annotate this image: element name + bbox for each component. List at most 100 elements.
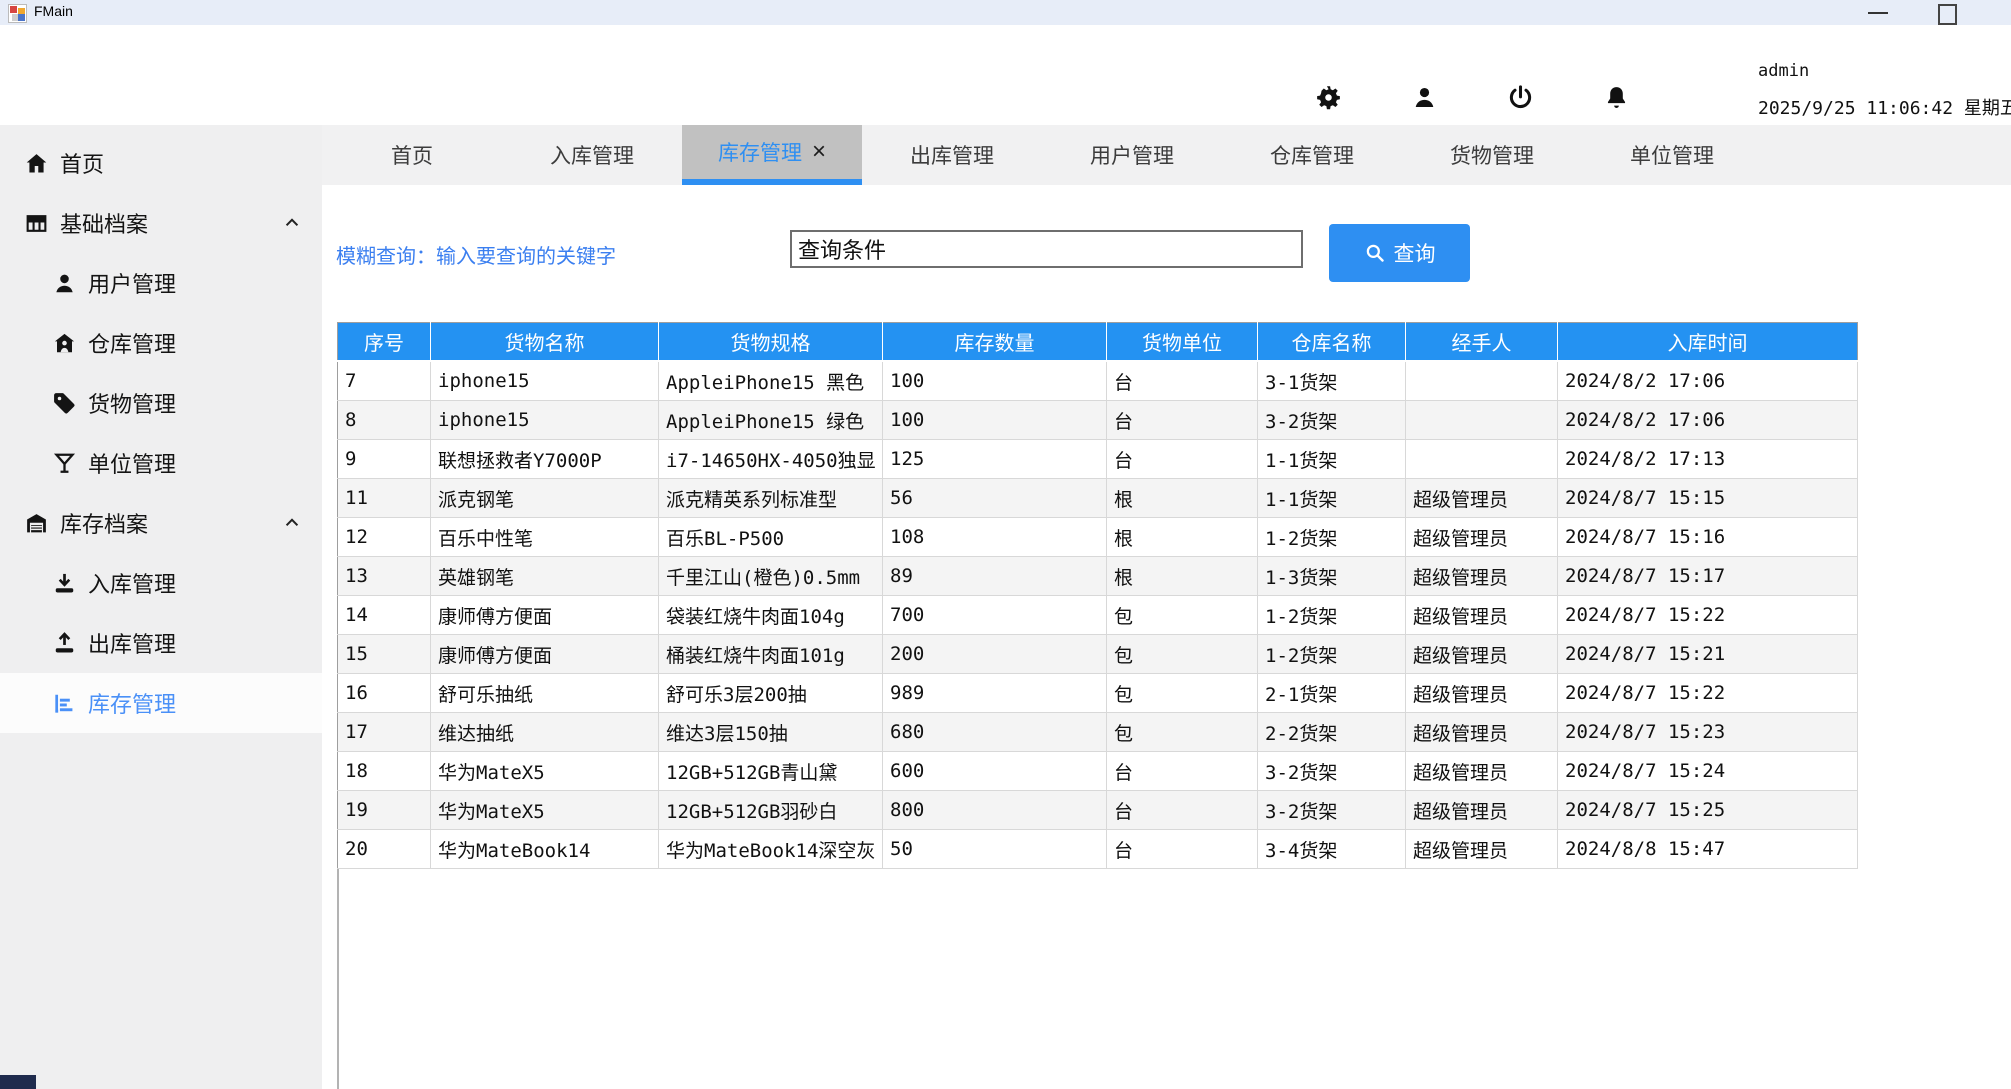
- table-row[interactable]: 8iphone15AppleiPhone15 绿色100台3-2货架2024/8…: [338, 401, 1858, 440]
- table-row[interactable]: 19华为MateX512GB+512GB羽砂白800台3-2货架超级管理员202…: [338, 791, 1858, 830]
- table-row[interactable]: 20华为MateBook14华为MateBook14深空灰50台3-4货架超级管…: [338, 830, 1858, 869]
- close-icon[interactable]: ×: [812, 140, 826, 164]
- table-row[interactable]: 16舒可乐抽纸舒可乐3层200抽989包2-1货架超级管理员2024/8/7 1…: [338, 674, 1858, 713]
- table-row[interactable]: 15康师傅方便面桶装红烧牛肉面101g200包1-2货架超级管理员2024/8/…: [338, 635, 1858, 674]
- column-header-0[interactable]: 序号: [338, 323, 431, 362]
- table-row[interactable]: 12百乐中性笔百乐BL-P500108根1-2货架超级管理员2024/8/7 1…: [338, 518, 1858, 557]
- upload-icon: [52, 631, 77, 656]
- table-cell: 华为MateX5: [431, 752, 659, 791]
- table-cell: [1406, 401, 1558, 440]
- column-header-4[interactable]: 货物单位: [1107, 323, 1258, 362]
- tag-icon: [52, 391, 77, 416]
- table-cell: 1-2货架: [1258, 635, 1406, 674]
- table-cell: i7-14650HX-4050独显: [659, 440, 883, 479]
- application-window: FMain admin 2025/9/25 11:06:42 星期五 首页基础档…: [0, 0, 2011, 1089]
- table-row[interactable]: 13英雄钢笔千里江山(橙色)0.5mm89根1-3货架超级管理员2024/8/7…: [338, 557, 1858, 596]
- table-row[interactable]: 18华为MateX512GB+512GB青山黛600台3-2货架超级管理员202…: [338, 752, 1858, 791]
- tab-5[interactable]: 仓库管理: [1222, 125, 1402, 185]
- table-cell: 根: [1107, 479, 1258, 518]
- table-cell: 100: [883, 401, 1107, 440]
- tab-6[interactable]: 货物管理: [1402, 125, 1582, 185]
- table-cell: 12GB+512GB羽砂白: [659, 791, 883, 830]
- query-input[interactable]: [790, 230, 1303, 268]
- sidebar-item-chart[interactable]: 库存管理: [0, 673, 322, 733]
- table-header-row: 序号货物名称货物规格库存数量货物单位仓库名称经手人入库时间: [338, 323, 1858, 362]
- filter-icon: [52, 451, 77, 476]
- table-cell: 1-2货架: [1258, 596, 1406, 635]
- maximize-button[interactable]: [1938, 4, 1957, 25]
- table-cell: 89: [883, 557, 1107, 596]
- table-cell: 3-2货架: [1258, 791, 1406, 830]
- table-cell: 百乐BL-P500: [659, 518, 883, 557]
- table-cell: 超级管理员: [1406, 713, 1558, 752]
- table-row[interactable]: 9联想拯救者Y7000Pi7-14650HX-4050独显125台1-1货架20…: [338, 440, 1858, 479]
- column-header-1[interactable]: 货物名称: [431, 323, 659, 362]
- sidebar-item-user[interactable]: 用户管理: [0, 253, 322, 313]
- topbar-icons: [1300, 69, 1644, 125]
- chevron-up-icon[interactable]: [282, 513, 302, 533]
- query-button-label: 查询: [1394, 238, 1436, 268]
- table-cell: 华为MateBook14深空灰: [659, 830, 883, 869]
- table-cell: 台: [1107, 830, 1258, 869]
- column-header-6[interactable]: 经手人: [1406, 323, 1558, 362]
- table-cell: 超级管理员: [1406, 479, 1558, 518]
- gear-icon[interactable]: [1300, 69, 1356, 125]
- table-cell: 600: [883, 752, 1107, 791]
- sidebar-item-tag[interactable]: 货物管理: [0, 373, 322, 433]
- table-row[interactable]: 11派克钢笔派克精英系列标准型56根1-1货架超级管理员2024/8/7 15:…: [338, 479, 1858, 518]
- sidebar-item-filter[interactable]: 单位管理: [0, 433, 322, 493]
- tab-2[interactable]: 库存管理×: [682, 125, 862, 185]
- table-cell: 12: [338, 518, 431, 557]
- table-cell: 18: [338, 752, 431, 791]
- tab-label: 出库管理: [910, 140, 994, 170]
- table-cell: 千里江山(橙色)0.5mm: [659, 557, 883, 596]
- table-cell: 7: [338, 361, 431, 401]
- sidebar-item-label: 库存管理: [88, 687, 176, 719]
- sidebar-item-warehouse[interactable]: 仓库管理: [0, 313, 322, 373]
- table-cell: 台: [1107, 791, 1258, 830]
- table-cell: 舒可乐抽纸: [431, 674, 659, 713]
- table-cell: 19: [338, 791, 431, 830]
- tab-1[interactable]: 入库管理: [502, 125, 682, 185]
- table-cell: 12GB+512GB青山黛: [659, 752, 883, 791]
- bell-icon[interactable]: [1588, 69, 1644, 125]
- column-header-7[interactable]: 入库时间: [1558, 323, 1858, 362]
- table-row[interactable]: 7iphone15AppleiPhone15 黑色100台3-1货架2024/8…: [338, 361, 1858, 401]
- table-cell: 16: [338, 674, 431, 713]
- sidebar-item-label: 基础档案: [60, 207, 148, 239]
- minimize-button[interactable]: [1868, 12, 1888, 14]
- table-cell: 200: [883, 635, 1107, 674]
- table-row[interactable]: 14康师傅方便面袋装红烧牛肉面104g700包1-2货架超级管理员2024/8/…: [338, 596, 1858, 635]
- table-cell: 派克精英系列标准型: [659, 479, 883, 518]
- tab-0[interactable]: 首页: [322, 125, 502, 185]
- chevron-up-icon[interactable]: [282, 213, 302, 233]
- power-icon[interactable]: [1492, 69, 1548, 125]
- table-cell: 2024/8/7 15:22: [1558, 596, 1858, 635]
- column-header-2[interactable]: 货物规格: [659, 323, 883, 362]
- sidebar-item-garage[interactable]: 库存档案: [0, 493, 322, 553]
- tab-7[interactable]: 单位管理: [1582, 125, 1762, 185]
- table-cell: 2024/8/7 15:15: [1558, 479, 1858, 518]
- table-cell: 2024/8/7 15:22: [1558, 674, 1858, 713]
- sidebar-item-download[interactable]: 入库管理: [0, 553, 322, 613]
- table-cell: 2024/8/7 15:21: [1558, 635, 1858, 674]
- tab-label: 入库管理: [550, 140, 634, 170]
- sidebar-item-upload[interactable]: 出库管理: [0, 613, 322, 673]
- table-cell: 超级管理员: [1406, 557, 1558, 596]
- table-cell: 维达抽纸: [431, 713, 659, 752]
- column-header-3[interactable]: 库存数量: [883, 323, 1107, 362]
- table-cell: 1-1货架: [1258, 479, 1406, 518]
- tab-3[interactable]: 出库管理: [862, 125, 1042, 185]
- tab-4[interactable]: 用户管理: [1042, 125, 1222, 185]
- tab-label: 仓库管理: [1270, 140, 1354, 170]
- taskbar-fragment: [0, 1075, 36, 1089]
- table-cell: 20: [338, 830, 431, 869]
- column-header-5[interactable]: 仓库名称: [1258, 323, 1406, 362]
- table-row[interactable]: 17维达抽纸维达3层150抽680包2-2货架超级管理员2024/8/7 15:…: [338, 713, 1858, 752]
- sidebar-item-home[interactable]: 首页: [0, 133, 322, 193]
- query-button[interactable]: 查询: [1329, 224, 1470, 282]
- window-titlebar: FMain: [0, 0, 2011, 26]
- sidebar-item-table[interactable]: 基础档案: [0, 193, 322, 253]
- user-icon[interactable]: [1396, 69, 1452, 125]
- sidebar-item-label: 仓库管理: [88, 327, 176, 359]
